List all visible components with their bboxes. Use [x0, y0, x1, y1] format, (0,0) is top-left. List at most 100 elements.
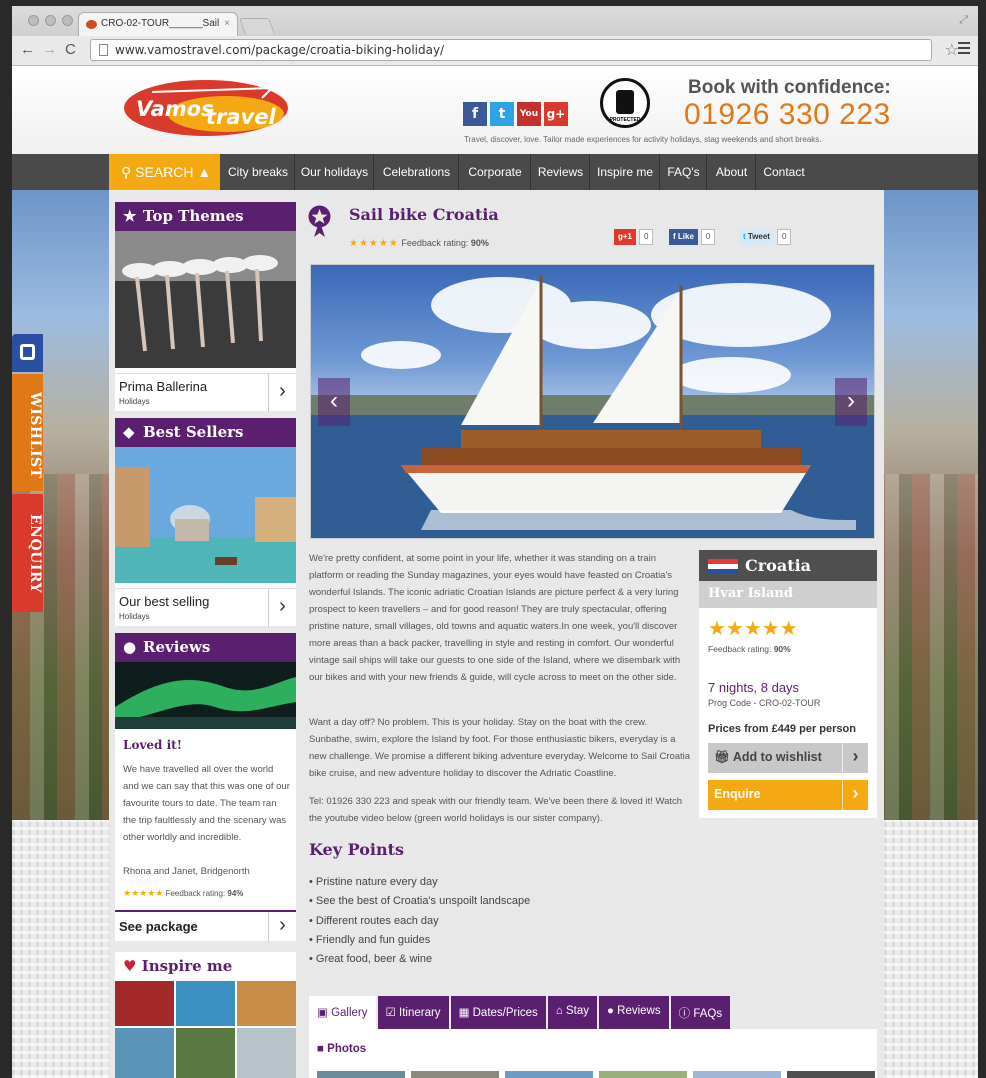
review-author: Rhona and Janet, Bridgenorth — [123, 866, 250, 877]
star-icon: ★ — [123, 207, 137, 225]
key-point-item: Friendly and fun guides — [309, 934, 689, 953]
package-rating: ★★★★★ Feedback rating: 90% — [349, 238, 489, 249]
rating-stars-icon: ★★★★★ — [349, 238, 399, 249]
facebook-like-share[interactable]: f Like 0 — [669, 229, 716, 245]
new-tab-button[interactable] — [239, 18, 275, 34]
calendar-icon: ▦ — [458, 1007, 473, 1019]
top-themes-link[interactable]: Prima Ballerina Holidays › — [115, 373, 296, 412]
key-point-item: Great food, beer & wine — [309, 953, 689, 972]
inspire-me-mosaic[interactable] — [115, 981, 296, 1078]
google-plus-share[interactable]: g+1 0 — [614, 229, 654, 245]
side-enquiry-tab[interactable]: ENQUIRY — [12, 494, 43, 612]
ballerina-image[interactable] — [115, 231, 296, 368]
tab-gallery[interactable]: ▣ Gallery — [309, 996, 376, 1029]
side-wishlist-tab[interactable]: WISHLIST — [12, 374, 43, 491]
photo-thumbnail[interactable] — [317, 1071, 405, 1078]
photo-thumbnail[interactable] — [505, 1071, 593, 1078]
nav-item-corporate[interactable]: Corporate — [460, 154, 531, 190]
slider-next-icon[interactable]: › — [835, 378, 867, 426]
tab-stay[interactable]: ⌂ Stay — [547, 996, 597, 1029]
photo-thumbnail[interactable] — [693, 1071, 781, 1078]
speech-bubble-icon: ● — [123, 638, 137, 656]
forward-arrow-icon[interactable]: → — [42, 41, 57, 58]
key-point-item: Pristine nature every day — [309, 876, 689, 895]
speech-bubble-icon: ● — [606, 1005, 618, 1017]
nav-item-contact[interactable]: Contact — [757, 154, 811, 190]
heart-icon: ♥ — [123, 957, 142, 975]
best-sellers-title: Best Sellers — [143, 423, 244, 441]
add-to-wishlist-button[interactable]: 🎁︎ Add to wishlist › — [708, 743, 868, 773]
tab-dates-prices[interactable]: ▦ Dates/Prices — [450, 996, 546, 1029]
tweet-share[interactable]: t Tweet 0 — [739, 229, 792, 245]
home-icon: ⌂ — [555, 1005, 566, 1017]
reload-icon[interactable]: C — [65, 41, 76, 58]
slider-prev-icon[interactable]: ‹ — [318, 378, 350, 426]
aurora-image — [115, 662, 296, 729]
close-window-button[interactable] — [28, 15, 39, 26]
photo-thumbnail[interactable] — [787, 1071, 875, 1078]
tab-faqs[interactable]: ⓘ FAQs — [670, 996, 731, 1029]
back-arrow-icon[interactable]: ← — [20, 41, 35, 58]
top-themes-title: Top Themes — [143, 207, 244, 225]
google-plus-count: 0 — [639, 229, 654, 245]
nav-item-faqs[interactable]: FAQ's — [661, 154, 707, 190]
address-bar[interactable]: www.vamostravel.com/package/croatia-biki… — [90, 39, 959, 61]
browser-tab-bar: CRO-02-TOUR______Sail × ⤢ — [12, 6, 978, 36]
picture-icon: ▣ — [317, 1007, 332, 1019]
tab-close-icon[interactable]: × — [224, 18, 230, 29]
nav-search-button[interactable]: ⚲ SEARCH ▲ — [109, 154, 220, 190]
social-links: f t You g+ — [463, 102, 568, 126]
youtube-icon[interactable]: You — [517, 102, 541, 126]
twitter-icon[interactable]: t — [490, 102, 514, 126]
gallery-panel: ■ Photos — [309, 1029, 877, 1078]
rating-stars-icon: ★★★★★ — [123, 888, 164, 898]
chevron-right-icon[interactable]: › — [268, 912, 296, 941]
chevron-right-icon[interactable]: › — [268, 374, 296, 412]
enquire-button[interactable]: Enquire › — [708, 780, 868, 810]
google-plus-icon[interactable]: g+ — [544, 102, 568, 126]
bookmark-star-icon[interactable]: ☆ — [945, 40, 959, 59]
browser-tab[interactable]: CRO-02-TOUR______Sail × — [78, 12, 238, 36]
gift-icon — [20, 344, 35, 360]
fullscreen-icon[interactable]: ⤢ — [959, 14, 968, 27]
nav-item-about[interactable]: About — [708, 154, 756, 190]
nav-item-celebrations[interactable]: Celebrations — [375, 154, 459, 190]
top-themes-item-title: Prima Ballerina — [119, 379, 208, 394]
side-enquiry-label: ENQUIRY — [27, 514, 43, 594]
nav-item-reviews[interactable]: Reviews — [532, 154, 590, 190]
inspire-me-title: Inspire me — [141, 957, 233, 975]
nav-item-our-holidays[interactable]: Our holidays — [296, 154, 374, 190]
nav-item-city-breaks[interactable]: City breaks — [222, 154, 295, 190]
browser-toolbar: ← → C www.vamostravel.com/package/croati… — [12, 36, 978, 66]
minimize-window-button[interactable] — [45, 15, 56, 26]
top-themes-item-sub: Holidays — [119, 397, 150, 406]
tab-reviews[interactable]: ● Reviews — [598, 996, 669, 1029]
caret-up-icon: ▲ — [193, 164, 212, 180]
nav-item-inspire-me[interactable]: Inspire me — [591, 154, 660, 190]
tab-itinerary[interactable]: ☑ Itinerary — [377, 996, 449, 1029]
see-package-link[interactable]: See package › — [115, 912, 296, 941]
sailboat-illustration — [311, 275, 874, 538]
region-label: Hvar Island — [699, 581, 877, 608]
zoom-window-button[interactable] — [62, 15, 73, 26]
prog-code-label: Prog Code - CRO-02-TOUR — [708, 698, 821, 708]
chevron-right-icon[interactable]: › — [268, 589, 296, 627]
photo-thumbnail[interactable] — [411, 1071, 499, 1078]
main-navigation: ⚲ SEARCH ▲ City breaks Our holidays Cele… — [12, 154, 978, 190]
side-wishlist-icon-tab[interactable] — [12, 334, 43, 372]
venice-image[interactable] — [115, 447, 296, 583]
menu-icon[interactable] — [958, 42, 970, 57]
photo-thumbnails — [317, 1071, 875, 1078]
package-tabs: ▣ Gallery ☑ Itinerary ▦ Dates/Prices ⌂ S… — [309, 996, 731, 1029]
phone-number[interactable]: 01926 330 223 — [684, 98, 891, 132]
svg-text:travel: travel — [206, 105, 276, 129]
review-text: We have travelled all over the world and… — [123, 764, 290, 843]
chevron-right-icon: › — [842, 780, 868, 810]
review-heading: Loved it! — [123, 738, 182, 752]
photo-thumbnail[interactable] — [599, 1071, 687, 1078]
facebook-icon[interactable]: f — [463, 102, 487, 126]
croatia-flag-icon — [708, 559, 738, 574]
reviews-widget: ● Reviews Loved it! We have travelled all… — [115, 633, 296, 941]
vamos-travel-logo[interactable]: Vamos travel — [122, 78, 290, 138]
best-sellers-link[interactable]: Our best selling Holidays › — [115, 588, 296, 627]
